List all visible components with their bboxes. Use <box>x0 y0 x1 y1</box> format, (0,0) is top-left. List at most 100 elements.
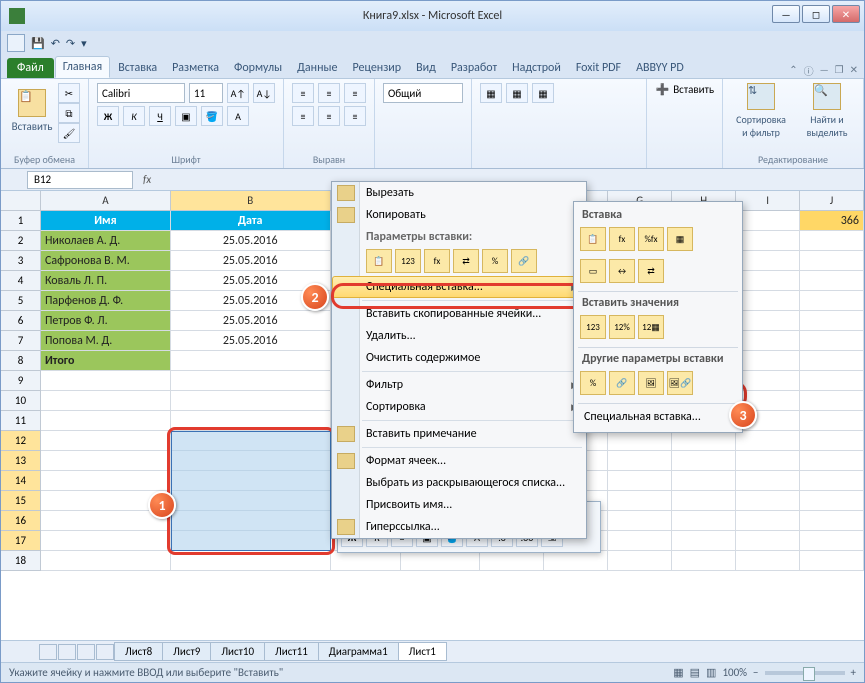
total-cell[interactable]: Итого <box>41 351 171 371</box>
ctx-filter[interactable]: Фильтр▶ <box>332 374 586 396</box>
help-icon[interactable]: ⓘ <box>804 63 814 78</box>
doc-close-icon[interactable]: ✕ <box>850 63 858 78</box>
tab-foxit[interactable]: Foxit PDF <box>569 58 628 78</box>
align-top-icon[interactable]: ≡ <box>292 83 314 103</box>
col-header-b[interactable]: B <box>171 191 331 210</box>
ctx-format-cells[interactable]: Формат ячеек... <box>332 450 586 472</box>
sheet-nav-next-icon[interactable] <box>77 644 95 660</box>
sub-paste-transpose-icon[interactable]: ⇄ <box>638 259 664 283</box>
tab-develop[interactable]: Разработ <box>444 58 504 78</box>
sub-paste-all-icon[interactable]: 📋 <box>580 227 606 251</box>
maximize-button[interactable]: ◻ <box>802 5 830 23</box>
select-all-corner[interactable] <box>1 191 41 210</box>
font-color-icon[interactable]: A <box>227 106 249 126</box>
close-button[interactable]: ✕ <box>832 5 860 23</box>
qat-save-icon[interactable]: 💾 <box>31 37 45 50</box>
fill-color-icon[interactable]: 🪣 <box>201 106 223 126</box>
tab-data[interactable]: Данные <box>290 58 344 78</box>
row-header[interactable]: 1 <box>1 211 41 231</box>
sub-other-fmt-icon[interactable]: % <box>580 371 606 395</box>
name-box[interactable]: B12 <box>27 171 133 189</box>
sort-filter-button[interactable]: ⇅ Сортировка и фильтр <box>731 83 791 139</box>
doc-restore-icon[interactable]: ❐ <box>835 63 844 78</box>
find-select-button[interactable]: 🔍 Найти и выделить <box>799 83 855 139</box>
ctx-hyperlink[interactable]: Гиперссылка... <box>332 516 586 538</box>
align-left-icon[interactable]: ≡ <box>292 106 314 126</box>
align-right-icon[interactable]: ≡ <box>344 106 366 126</box>
qat-redo-icon[interactable]: ↷ <box>66 37 75 50</box>
sheet-nav-first-icon[interactable] <box>39 644 57 660</box>
view-layout-icon[interactable]: ▤ <box>690 666 700 679</box>
italic-icon[interactable]: К <box>123 106 145 126</box>
sheet-tab[interactable]: Лист8 <box>114 642 163 661</box>
number-format-select[interactable]: Общий <box>383 83 463 103</box>
cells-insert[interactable]: ➕ Вставить <box>655 83 714 96</box>
sheet-tab[interactable]: Лист11 <box>264 642 319 661</box>
align-bot-icon[interactable]: ≡ <box>344 83 366 103</box>
tab-addons[interactable]: Надстрой <box>505 58 568 78</box>
align-center-icon[interactable]: ≡ <box>318 106 340 126</box>
ctx-clear[interactable]: Очистить содержимое <box>332 347 586 369</box>
paste-option-format-icon[interactable]: % <box>482 249 508 273</box>
paste-option-values-icon[interactable]: 123 <box>395 249 421 273</box>
sub-other-piclink-icon[interactable]: 🖼🔗 <box>667 371 693 395</box>
ctx-assign-name[interactable]: Присвоить имя... <box>332 494 586 516</box>
tab-home[interactable]: Главная <box>55 56 110 78</box>
ctx-cut[interactable]: Вырезать <box>332 182 586 204</box>
zoom-in-icon[interactable]: + <box>851 666 856 679</box>
font-size-select[interactable]: 11 <box>189 83 223 103</box>
qat-excel-icon[interactable] <box>7 34 25 52</box>
tab-view[interactable]: Вид <box>409 58 443 78</box>
view-normal-icon[interactable]: ▦ <box>673 666 683 679</box>
cut-icon[interactable]: ✂ <box>58 83 80 103</box>
col-header-j[interactable]: J <box>800 191 864 210</box>
submenu-special-paste-dialog[interactable]: Специальная вставка... <box>578 406 738 428</box>
zoom-level[interactable]: 100% <box>722 666 747 679</box>
increase-font-icon[interactable]: A↑ <box>227 83 249 103</box>
paste-option-transpose-icon[interactable]: ⇄ <box>453 249 479 273</box>
decrease-font-icon[interactable]: A↓ <box>253 83 275 103</box>
align-mid-icon[interactable]: ≡ <box>318 83 340 103</box>
table-style-icon[interactable]: ▦ <box>506 83 528 103</box>
ctx-copy[interactable]: Копировать <box>332 204 586 226</box>
font-name-select[interactable]: Calibri <box>97 83 185 103</box>
value-cell[interactable]: 366 <box>800 211 864 231</box>
tab-layout[interactable]: Разметка <box>165 58 226 78</box>
table-cell[interactable]: 25.05.2016 <box>171 231 331 251</box>
paste-button[interactable]: 📋 Вставить <box>9 83 55 139</box>
doc-minimize-icon[interactable]: — <box>820 63 829 78</box>
sub-values-fmt-icon[interactable]: 12% <box>609 315 635 339</box>
header-cell[interactable]: Имя <box>41 211 171 231</box>
table-cell[interactable]: Коваль Л. П. <box>41 271 171 291</box>
paste-option-link-icon[interactable]: 🔗 <box>511 249 537 273</box>
zoom-out-icon[interactable]: − <box>753 666 758 679</box>
paste-option-formulas-icon[interactable]: fx <box>424 249 450 273</box>
sub-other-pic-icon[interactable]: 🖼 <box>638 371 664 395</box>
bold-icon[interactable]: Ж <box>97 106 119 126</box>
table-cell[interactable]: Николаев А. Д. <box>41 231 171 251</box>
sub-paste-width-icon[interactable]: ↔ <box>609 259 635 283</box>
table-cell[interactable]: 25.05.2016 <box>171 251 331 271</box>
table-cell[interactable]: 25.05.2016 <box>171 311 331 331</box>
ctx-insert-copied[interactable]: Вставить скопированные ячейки... <box>332 303 586 325</box>
view-pagebreak-icon[interactable]: ▥ <box>706 666 716 679</box>
col-header-a[interactable]: A <box>41 191 171 210</box>
sub-paste-keepfmt-icon[interactable]: ▦ <box>667 227 693 251</box>
table-cell[interactable]: Попова М. Д. <box>41 331 171 351</box>
table-cell[interactable]: 25.05.2016 <box>171 331 331 351</box>
border-icon[interactable]: ▣ <box>175 106 197 126</box>
sub-values-src-icon[interactable]: 12▦ <box>638 315 664 339</box>
sheet-nav-last-icon[interactable] <box>96 644 114 660</box>
table-cell[interactable]: Парфенов Д. Ф. <box>41 291 171 311</box>
ctx-sort[interactable]: Сортировка▶ <box>332 396 586 418</box>
paste-option-all-icon[interactable]: 📋 <box>366 249 392 273</box>
zoom-slider[interactable] <box>765 671 845 675</box>
underline-icon[interactable]: Ч <box>149 106 171 126</box>
sub-other-link-icon[interactable]: 🔗 <box>609 371 635 395</box>
tab-formulas[interactable]: Формулы <box>227 58 289 78</box>
sheet-tab-active[interactable]: Лист1 <box>398 642 447 661</box>
sheet-nav-prev-icon[interactable] <box>58 644 76 660</box>
file-tab[interactable]: Файл <box>7 58 54 78</box>
sub-values-icon[interactable]: 123 <box>580 315 606 339</box>
tab-abbyy[interactable]: ABBYY PD <box>629 58 691 78</box>
